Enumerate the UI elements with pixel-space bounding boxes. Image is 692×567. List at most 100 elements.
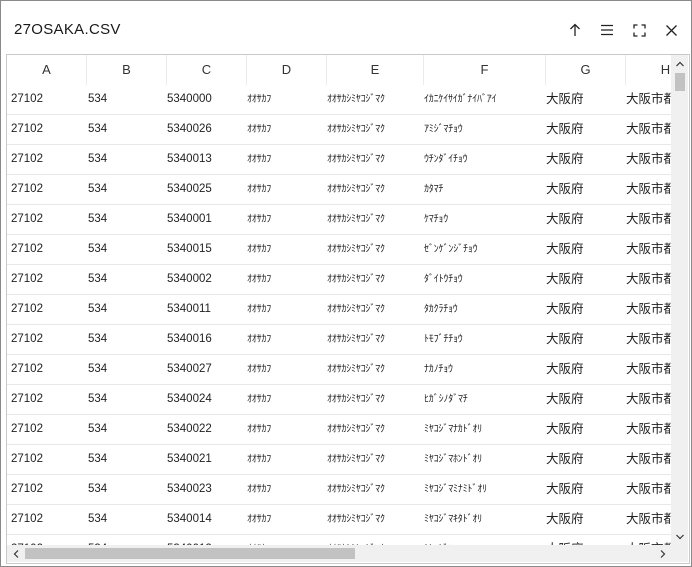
cell-d[interactable]: ｵｵｻｶﾌ: [247, 115, 325, 144]
column-header-h[interactable]: H: [626, 55, 671, 85]
column-header-d[interactable]: D: [247, 55, 327, 85]
cell-h[interactable]: 大阪市都: [626, 295, 671, 324]
close-button[interactable]: [656, 16, 686, 44]
cell-b[interactable]: 534: [88, 385, 166, 414]
cell-d[interactable]: ｵｵｻｶﾌ: [247, 355, 325, 384]
cell-g[interactable]: 大阪府: [546, 445, 624, 474]
cell-d[interactable]: ｵｵｻｶﾌ: [247, 445, 325, 474]
cell-h[interactable]: 大阪市都: [626, 475, 671, 504]
cell-g[interactable]: 大阪府: [546, 535, 624, 545]
cell-a[interactable]: 27102: [11, 445, 89, 474]
cell-g[interactable]: 大阪府: [546, 295, 624, 324]
table-row[interactable]: 27102 534 5340002 ｵｵｻｶﾌ ｵｵｻｶｼﾐﾔｺｼﾞﾏｸ ﾀﾞｲﾄｳﾁｮｳ…: [7, 265, 671, 295]
scroll-left-arrow[interactable]: [7, 545, 24, 562]
cell-c[interactable]: 5340021: [167, 445, 245, 474]
cell-a[interactable]: 27102: [11, 385, 89, 414]
cell-c[interactable]: 5340012: [167, 535, 245, 545]
cell-f[interactable]: ﾅｶﾉﾁｮｳ: [424, 355, 544, 384]
horizontal-scroll-thumb[interactable]: [25, 548, 355, 559]
cell-b[interactable]: 534: [88, 265, 166, 294]
column-header-g[interactable]: G: [546, 55, 626, 85]
table-row[interactable]: 27102 534 5340001 ｵｵｻｶﾌ ｵｵｻｶｼﾐﾔｺｼﾞﾏｸ ｹﾏﾁｮｳ 大阪府…: [7, 205, 671, 235]
cell-f[interactable]: ﾀｶｸﾗﾁｮｳ: [424, 295, 544, 324]
cell-e[interactable]: ｵｵｻｶｼﾐﾔｺｼﾞﾏｸ: [327, 325, 422, 354]
cell-b[interactable]: 534: [88, 535, 166, 545]
cell-b[interactable]: 534: [88, 295, 166, 324]
cell-b[interactable]: 534: [88, 85, 166, 114]
cell-h[interactable]: 大阪市都: [626, 355, 671, 384]
table-row[interactable]: 27102 534 5340014 ｵｵｻｶﾌ ｵｵｻｶｼﾐﾔｺｼﾞﾏｸ ﾐﾔｺｼﾞﾏｷﾀ…: [7, 505, 671, 535]
cell-c[interactable]: 5340002: [167, 265, 245, 294]
cell-c[interactable]: 5340027: [167, 355, 245, 384]
cell-g[interactable]: 大阪府: [546, 325, 624, 354]
cell-h[interactable]: 大阪市都: [626, 115, 671, 144]
cell-h[interactable]: 大阪市都: [626, 325, 671, 354]
table-row[interactable]: 27102 534 5340000 ｵｵｻｶﾌ ｵｵｻｶｼﾐﾔｺｼﾞﾏｸ ｲｶﾆｹｲｻｲｶ…: [7, 85, 671, 115]
cell-h[interactable]: 大阪市都: [626, 145, 671, 174]
cell-c[interactable]: 5340015: [167, 235, 245, 264]
cell-h[interactable]: 大阪市都: [626, 205, 671, 234]
cell-c[interactable]: 5340001: [167, 205, 245, 234]
cell-e[interactable]: ｵｵｻｶｼﾐﾔｺｼﾞﾏｸ: [327, 475, 422, 504]
cell-b[interactable]: 534: [88, 355, 166, 384]
cell-b[interactable]: 534: [88, 145, 166, 174]
cell-g[interactable]: 大阪府: [546, 115, 624, 144]
cell-f[interactable]: ﾋｶﾞｼﾉﾀﾞﾏﾁ: [424, 385, 544, 414]
cell-h[interactable]: 大阪市都: [626, 235, 671, 264]
cell-c[interactable]: 5340025: [167, 175, 245, 204]
table-row[interactable]: 27102 534 5340016 ｵｵｻｶﾌ ｵｵｻｶｼﾐﾔｺｼﾞﾏｸ ﾄﾓﾌﾞﾁﾁｮｳ…: [7, 325, 671, 355]
cell-a[interactable]: 27102: [11, 265, 89, 294]
cell-h[interactable]: 大阪市都: [626, 445, 671, 474]
scroll-to-top-button[interactable]: [560, 16, 590, 44]
cell-b[interactable]: 534: [88, 205, 166, 234]
cell-h[interactable]: 大阪市都: [626, 265, 671, 294]
table-row[interactable]: 271025345340012ｵｵｻｶﾌｵｵｻｶｼﾐﾔｺｼﾞﾏｸﾐﾔｺｼﾞﾏ大阪…: [7, 535, 671, 545]
vertical-scrollbar[interactable]: [671, 55, 688, 545]
table-row[interactable]: 27102 534 5340024 ｵｵｻｶﾌ ｵｵｻｶｼﾐﾔｺｼﾞﾏｸ ﾋｶﾞｼﾉﾀﾞﾏ…: [7, 385, 671, 415]
cell-d[interactable]: ｵｵｻｶﾌ: [247, 205, 325, 234]
cell-b[interactable]: 534: [88, 325, 166, 354]
cell-e[interactable]: ｵｵｻｶｼﾐﾔｺｼﾞﾏｸ: [327, 295, 422, 324]
cell-d[interactable]: ｵｵｻｶﾌ: [247, 475, 325, 504]
cell-c[interactable]: 5340022: [167, 415, 245, 444]
table-row[interactable]: 27102 534 5340021 ｵｵｻｶﾌ ｵｵｻｶｼﾐﾔｺｼﾞﾏｸ ﾐﾔｺｼﾞﾏﾎﾝ…: [7, 445, 671, 475]
cell-h[interactable]: 大阪市都: [626, 535, 671, 545]
cell-a[interactable]: 27102: [11, 535, 89, 545]
cell-e[interactable]: ｵｵｻｶｼﾐﾔｺｼﾞﾏｸ: [327, 205, 422, 234]
column-header-e[interactable]: E: [327, 55, 424, 85]
cell-c[interactable]: 5340011: [167, 295, 245, 324]
cell-f[interactable]: ｱﾐｼﾞﾏﾁｮｳ: [424, 115, 544, 144]
cell-c[interactable]: 5340000: [167, 85, 245, 114]
table-row[interactable]: 27102 534 5340027 ｵｵｻｶﾌ ｵｵｻｶｼﾐﾔｺｼﾞﾏｸ ﾅｶﾉﾁｮｳ 大阪…: [7, 355, 671, 385]
cell-b[interactable]: 534: [88, 415, 166, 444]
table-row[interactable]: 27102 534 5340011 ｵｵｻｶﾌ ｵｵｻｶｼﾐﾔｺｼﾞﾏｸ ﾀｶｸﾗﾁｮｳ大…: [7, 295, 671, 325]
cell-e[interactable]: ｵｵｻｶｼﾐﾔｺｼﾞﾏｸ: [327, 355, 422, 384]
cell-d[interactable]: ｵｵｻｶﾌ: [247, 145, 325, 174]
cell-e[interactable]: ｵｵｻｶｼﾐﾔｺｼﾞﾏｸ: [327, 235, 422, 264]
cell-d[interactable]: ｵｵｻｶﾌ: [247, 385, 325, 414]
cell-h[interactable]: 大阪市都: [626, 175, 671, 204]
cell-h[interactable]: 大阪市都: [626, 505, 671, 534]
cell-h[interactable]: 大阪市都: [626, 385, 671, 414]
fullscreen-button[interactable]: [624, 16, 654, 44]
cell-d[interactable]: ｵｵｻｶﾌ: [247, 265, 325, 294]
cell-g[interactable]: 大阪府: [546, 355, 624, 384]
cell-a[interactable]: 27102: [11, 355, 89, 384]
cell-e[interactable]: ｵｵｻｶｼﾐﾔｺｼﾞﾏｸ: [327, 85, 422, 114]
cell-g[interactable]: 大阪府: [546, 385, 624, 414]
cell-b[interactable]: 534: [88, 235, 166, 264]
cell-c[interactable]: 5340023: [167, 475, 245, 504]
cell-d[interactable]: ｵｵｻｶﾌ: [247, 535, 325, 545]
cell-f[interactable]: ﾄﾓﾌﾞﾁﾁｮｳ: [424, 325, 544, 354]
cell-e[interactable]: ｵｵｻｶｼﾐﾔｺｼﾞﾏｸ: [327, 505, 422, 534]
cell-b[interactable]: 534: [88, 445, 166, 474]
cell-e[interactable]: ｵｵｻｶｼﾐﾔｺｼﾞﾏｸ: [327, 145, 422, 174]
cell-e[interactable]: ｵｵｻｶｼﾐﾔｺｼﾞﾏｸ: [327, 535, 422, 545]
cell-e[interactable]: ｵｵｻｶｼﾐﾔｺｼﾞﾏｸ: [327, 385, 422, 414]
cell-f[interactable]: ｶﾀﾏﾁ: [424, 175, 544, 204]
cell-b[interactable]: 534: [88, 115, 166, 144]
cell-a[interactable]: 27102: [11, 145, 89, 174]
cell-f[interactable]: ﾀﾞｲﾄｳﾁｮｳ: [424, 265, 544, 294]
cell-g[interactable]: 大阪府: [546, 265, 624, 294]
cell-d[interactable]: ｵｵｻｶﾌ: [247, 295, 325, 324]
